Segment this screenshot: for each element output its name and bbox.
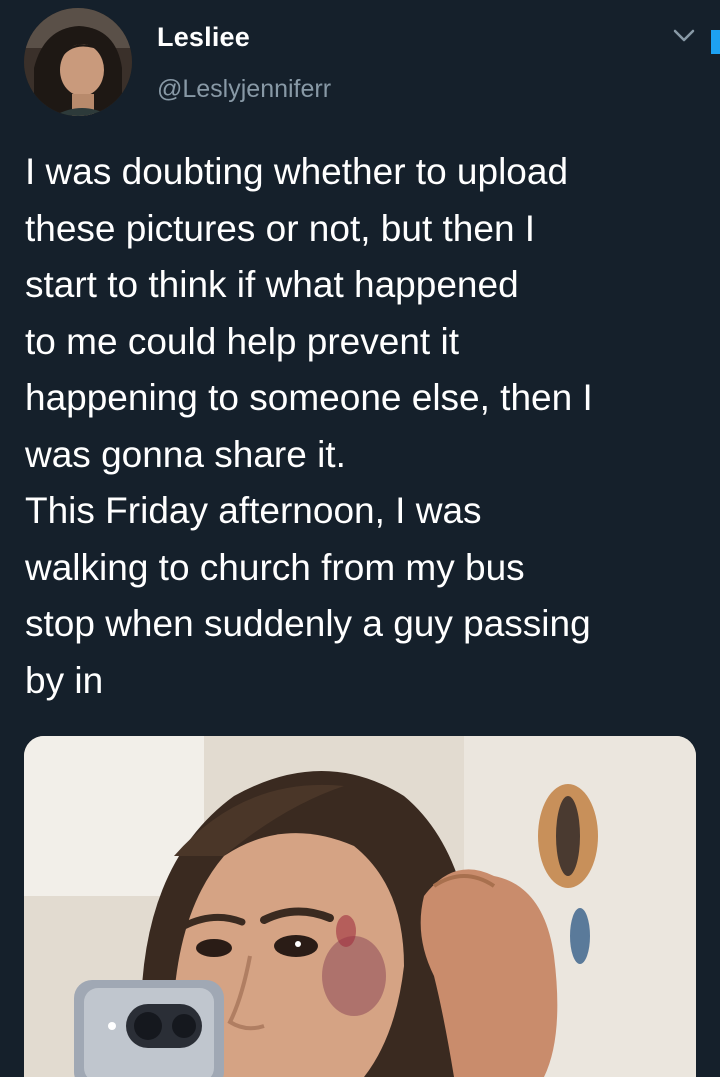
photo-image [24,736,696,1077]
user-handle[interactable]: @Leslyjenniferr [157,75,331,104]
display-name[interactable]: Lesliee [157,22,250,53]
scroll-indicator [711,30,720,54]
tweet-photo[interactable] [24,736,696,1077]
chevron-down-icon[interactable] [672,26,696,46]
tweet: Lesliee @Leslyjenniferr I was doubting w… [0,0,720,1077]
tweet-text: I was doubting whether to upload these p… [25,151,593,701]
avatar-photo [24,8,132,116]
avatar[interactable] [24,8,132,116]
